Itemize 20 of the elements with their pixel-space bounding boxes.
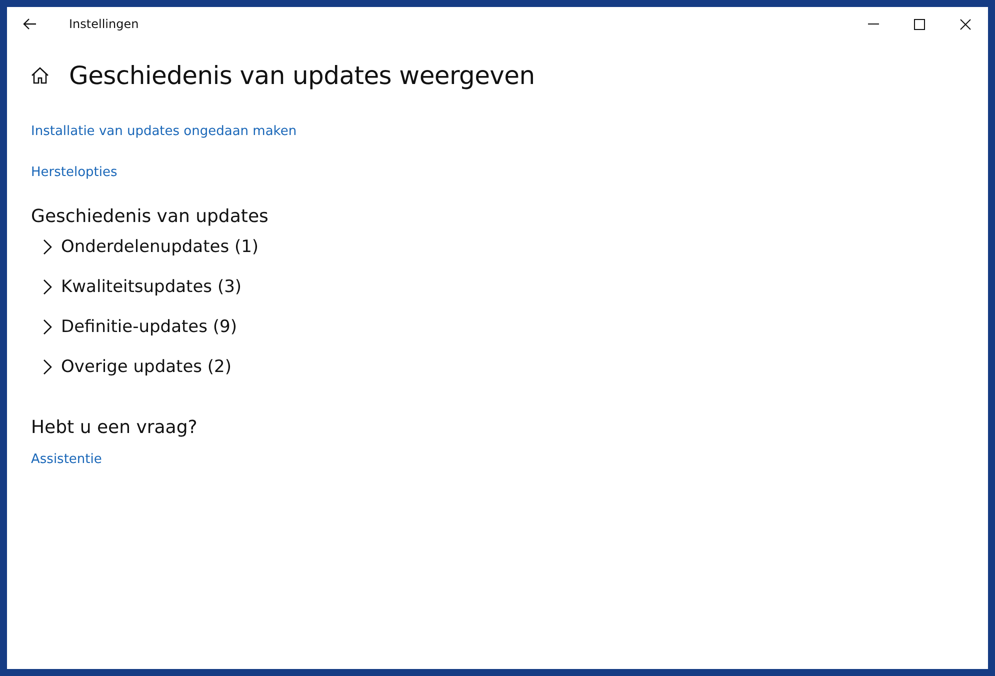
section-heading: Hebt u een vraag? xyxy=(31,417,198,438)
minimize-icon xyxy=(868,23,878,25)
close-icon xyxy=(960,18,970,30)
link[interactable]: Herstelopties xyxy=(31,165,118,180)
home-icon[interactable] xyxy=(31,67,49,84)
maximize-icon xyxy=(914,18,924,30)
window-title: Instellingen xyxy=(69,17,140,31)
link[interactable]: Assistentie xyxy=(31,452,102,467)
chevron-icon xyxy=(43,359,52,375)
update-group[interactable]: Definitie-updates (9) xyxy=(31,307,237,347)
chevron-icon xyxy=(43,319,52,335)
page-title: Geschiedenis van updates weergeven xyxy=(69,61,535,90)
back-arrow-icon xyxy=(23,18,37,30)
chevron-icon xyxy=(43,239,52,255)
section-heading: Geschiedenis van updates xyxy=(31,206,270,227)
link[interactable]: Installatie van updates ongedaan maken xyxy=(31,124,297,139)
update-group[interactable]: Kwaliteitsupdates (3) xyxy=(31,267,242,307)
update-group[interactable]: Overige updates (2) xyxy=(31,347,232,387)
chevron-icon xyxy=(43,279,52,295)
update-group[interactable]: Onderdelenupdates (1) xyxy=(31,227,259,267)
